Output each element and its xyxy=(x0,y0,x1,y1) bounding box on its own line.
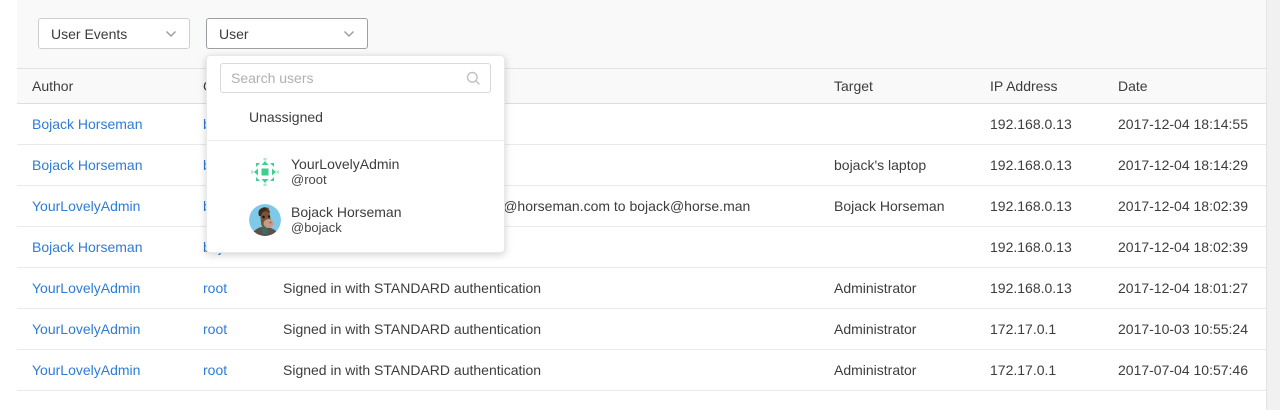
column-header-author: Author xyxy=(17,78,188,94)
user-username: @bojack xyxy=(291,220,402,236)
author-link[interactable]: Bojack Horseman xyxy=(32,157,143,173)
date-text: 2017-10-03 10:55:24 xyxy=(1103,321,1266,337)
dropdown-option-bojack[interactable]: Bojack Horseman @bojack xyxy=(207,196,504,244)
table-row: Bojack Horseman bojack Added email 192.1… xyxy=(17,227,1266,268)
date-text: 2017-12-04 18:14:55 xyxy=(1103,116,1266,132)
table-body: Bojack Horseman bojack 192.168.0.13 2017… xyxy=(17,104,1266,391)
ip-address-text: 192.168.0.13 xyxy=(975,239,1103,255)
target-text: Bojack Horseman xyxy=(819,198,975,214)
author-link[interactable]: YourLovelyAdmin xyxy=(32,362,140,378)
target-text: bojack's laptop xyxy=(819,157,975,173)
horse-photo-avatar xyxy=(249,204,281,236)
date-text: 2017-12-04 18:02:39 xyxy=(1103,239,1266,255)
author-link[interactable]: YourLovelyAdmin xyxy=(32,280,140,296)
target-text: Administrator xyxy=(819,321,975,337)
toolbar: User Events User xyxy=(17,0,1266,69)
action-text: Signed in with STANDARD authentication xyxy=(268,321,819,337)
table-header-row: Author Object Target IP Address Date xyxy=(17,69,1266,104)
target-text: Administrator xyxy=(819,362,975,378)
author-link[interactable]: YourLovelyAdmin xyxy=(32,198,140,214)
chevron-down-icon xyxy=(343,30,355,38)
column-header-ip-address: IP Address xyxy=(975,78,1103,94)
event-type-select[interactable]: User Events xyxy=(38,18,190,49)
user-username: @root xyxy=(291,172,399,188)
user-search-box xyxy=(220,63,491,93)
event-type-select-value: User Events xyxy=(51,26,127,42)
ip-address-text: 192.168.0.13 xyxy=(975,116,1103,132)
dropdown-user-list: YourLovelyAdmin @root xyxy=(207,141,504,244)
date-text: 2017-07-04 10:57:46 xyxy=(1103,362,1266,378)
author-link[interactable]: YourLovelyAdmin xyxy=(32,321,140,337)
object-link[interactable]: root xyxy=(203,280,227,296)
table-row: YourLovelyAdmin root Signed in with STAN… xyxy=(17,350,1266,391)
user-filter-select[interactable]: User xyxy=(206,18,368,49)
dropdown-option-unassigned[interactable]: Unassigned xyxy=(207,93,504,140)
table-row: YourLovelyAdmin bojack Updated email add… xyxy=(17,186,1266,227)
chevron-down-icon xyxy=(165,30,177,38)
target-text: Administrator xyxy=(819,280,975,296)
user-filter-dropdown: Unassigned xyxy=(206,55,505,253)
ip-address-text: 172.17.0.1 xyxy=(975,321,1103,337)
object-link[interactable]: root xyxy=(203,321,227,337)
page: User Events User Author Ob xyxy=(0,0,1280,410)
author-link[interactable]: Bojack Horseman xyxy=(32,116,143,132)
user-search-input[interactable] xyxy=(221,70,466,86)
ip-address-text: 172.17.0.1 xyxy=(975,362,1103,378)
column-header-target: Target xyxy=(819,78,975,94)
ip-address-text: 192.168.0.13 xyxy=(975,198,1103,214)
ip-address-text: 192.168.0.13 xyxy=(975,280,1103,296)
user-filter-select-value: User xyxy=(219,26,249,42)
user-name: Bojack Horseman xyxy=(291,204,402,220)
green-identicon-avatar xyxy=(249,156,281,188)
unassigned-label: Unassigned xyxy=(249,109,323,125)
date-text: 2017-12-04 18:01:27 xyxy=(1103,280,1266,296)
date-text: 2017-12-04 18:14:29 xyxy=(1103,157,1266,173)
table-row: Bojack Horseman bojack 192.168.0.13 2017… xyxy=(17,104,1266,145)
column-header-date: Date xyxy=(1103,78,1266,94)
search-icon xyxy=(466,71,481,86)
action-text: Signed in with STANDARD authentication xyxy=(268,280,819,296)
events-table: Author Object Target IP Address Date Boj… xyxy=(17,69,1266,391)
scrollbar[interactable] xyxy=(1266,0,1280,410)
author-link[interactable]: Bojack Horseman xyxy=(32,239,143,255)
content-area: User Events User Author Ob xyxy=(17,0,1266,410)
table-row: YourLovelyAdmin root Signed in with STAN… xyxy=(17,309,1266,350)
object-link[interactable]: root xyxy=(203,362,227,378)
date-text: 2017-12-04 18:02:39 xyxy=(1103,198,1266,214)
action-text: Signed in with STANDARD authentication xyxy=(268,362,819,378)
table-row: YourLovelyAdmin root Signed in with STAN… xyxy=(17,268,1266,309)
table-row: Bojack Horseman bojack bojack's laptop 1… xyxy=(17,145,1266,186)
ip-address-text: 192.168.0.13 xyxy=(975,157,1103,173)
dropdown-option-root[interactable]: YourLovelyAdmin @root xyxy=(207,148,504,196)
user-name: YourLovelyAdmin xyxy=(291,156,399,172)
